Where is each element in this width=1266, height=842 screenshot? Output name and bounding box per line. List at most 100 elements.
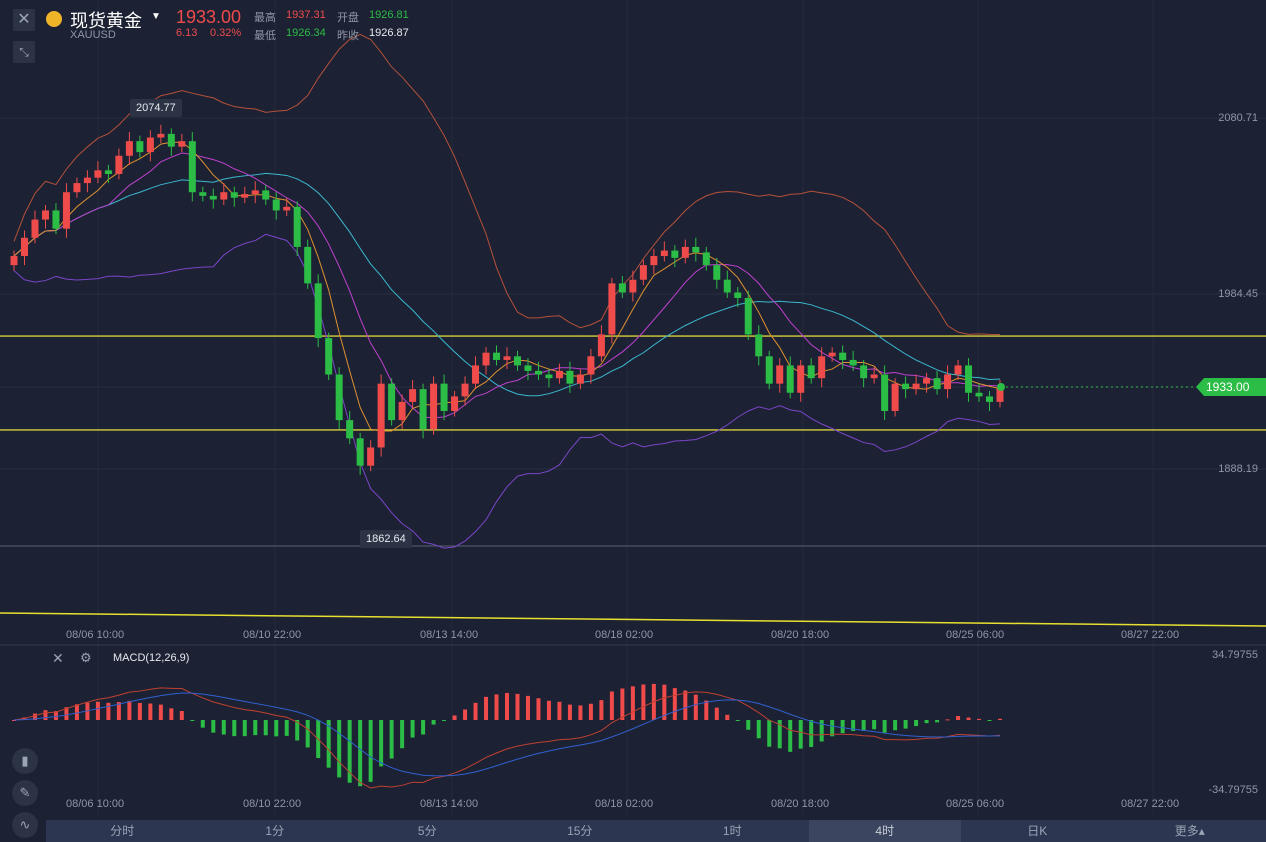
candle [272, 199, 280, 211]
candle [367, 447, 375, 466]
candle [786, 365, 794, 393]
time-axis-label: 08/27 22:00 [1121, 798, 1180, 810]
candle [493, 352, 501, 360]
candle [209, 195, 217, 200]
macd-bar [609, 691, 614, 720]
macd-bar [903, 720, 908, 729]
macd-bar [242, 720, 247, 737]
macd-max-label: 34.79755 [1212, 649, 1258, 661]
tab-timeframe[interactable]: 日K [961, 820, 1114, 842]
macd-bar [641, 684, 646, 720]
symbol: XAUUSD [70, 29, 116, 41]
macd-bar [95, 701, 100, 720]
macd-bar [725, 714, 730, 720]
macd-bar [735, 720, 740, 721]
macd-title: MACD(12,26,9) [113, 652, 190, 664]
candle [975, 392, 983, 397]
candle [566, 370, 574, 384]
macd-bar [872, 720, 877, 730]
candlestick-icon[interactable]: ▮ [12, 748, 38, 774]
candle [902, 383, 910, 390]
collapse-icon[interactable]: ⤡ [13, 41, 35, 63]
tab-timeframe[interactable]: 分时 [46, 820, 199, 842]
macd-bar [190, 720, 195, 721]
candle [681, 246, 689, 258]
candle [262, 190, 270, 200]
low-value: 1926.34 [286, 27, 326, 39]
settings-icon[interactable]: ⚙ [80, 650, 92, 666]
candle [199, 192, 207, 196]
candle [692, 246, 700, 253]
macd-bar [463, 709, 468, 720]
candle [377, 383, 385, 448]
macd-bar [379, 720, 384, 767]
macd-bar [704, 700, 709, 720]
candle [62, 192, 70, 229]
time-axis-label: 08/10 22:00 [243, 629, 302, 641]
candle [178, 141, 186, 147]
macd-bar [43, 710, 48, 720]
price-chart[interactable] [0, 0, 1266, 842]
timeframe-tabs: 分时 1分 5分 15分 1时 4时 日K 更多▴ [46, 820, 1266, 842]
candle [230, 192, 238, 198]
time-axis-label: 08/18 02:00 [595, 798, 654, 810]
candle [839, 352, 847, 360]
tab-timeframe[interactable]: 4时 [808, 820, 961, 842]
candle [430, 383, 438, 430]
candle [20, 237, 28, 257]
high-value: 1937.31 [286, 9, 326, 21]
candle [765, 356, 773, 384]
macd-bar [274, 720, 279, 737]
indicator-icon[interactable]: ∿ [12, 812, 38, 838]
candle [220, 192, 228, 200]
close-icon[interactable]: ✕ [13, 9, 35, 31]
macd-bar [746, 720, 751, 730]
tab-timeframe[interactable]: 1分 [199, 820, 352, 842]
candle [597, 334, 605, 357]
tab-timeframe[interactable]: 5分 [351, 820, 504, 842]
macd-bar [935, 720, 940, 723]
candle [776, 365, 784, 384]
macd-bar [861, 720, 866, 731]
macd-bar [148, 703, 153, 720]
close-indicator-icon[interactable]: ✕ [52, 650, 64, 667]
candle [356, 438, 364, 466]
candle [10, 256, 18, 266]
macd-bar [840, 720, 845, 734]
candle [828, 352, 836, 357]
draw-pen-icon[interactable]: ✎ [12, 780, 38, 806]
candle [31, 219, 39, 238]
price-axis-label: 2080.71 [1218, 112, 1258, 124]
macd-bar [788, 720, 793, 752]
candle [723, 279, 731, 293]
candle [713, 265, 721, 280]
candle [912, 383, 920, 390]
macd-bar [630, 686, 635, 720]
macd-bar [400, 720, 405, 749]
current-price-tag: 1933.00 [1196, 378, 1266, 396]
macd-bar [410, 720, 415, 738]
tab-timeframe[interactable]: 15分 [504, 820, 657, 842]
candle [650, 256, 658, 266]
candle [125, 141, 133, 156]
macd-bar [672, 688, 677, 720]
candle [576, 374, 584, 384]
tab-timeframe[interactable]: 更多▴ [1114, 820, 1266, 842]
current-price: 1933.00 [176, 7, 242, 27]
macd-bar [998, 718, 1002, 720]
macd-bar [442, 720, 447, 721]
candle [587, 356, 595, 375]
candle [146, 137, 154, 153]
candle [409, 389, 417, 402]
macd-bar [557, 701, 562, 720]
candle [807, 365, 815, 379]
tab-timeframe[interactable]: 1时 [656, 820, 809, 842]
candle [73, 183, 81, 193]
macd-bar [421, 720, 426, 735]
candle [94, 170, 102, 178]
candle [83, 177, 91, 184]
candle [115, 155, 123, 174]
macd-bar [882, 720, 887, 733]
dropdown-caret-icon[interactable]: ▼ [151, 11, 161, 22]
macd-bar [263, 720, 268, 736]
